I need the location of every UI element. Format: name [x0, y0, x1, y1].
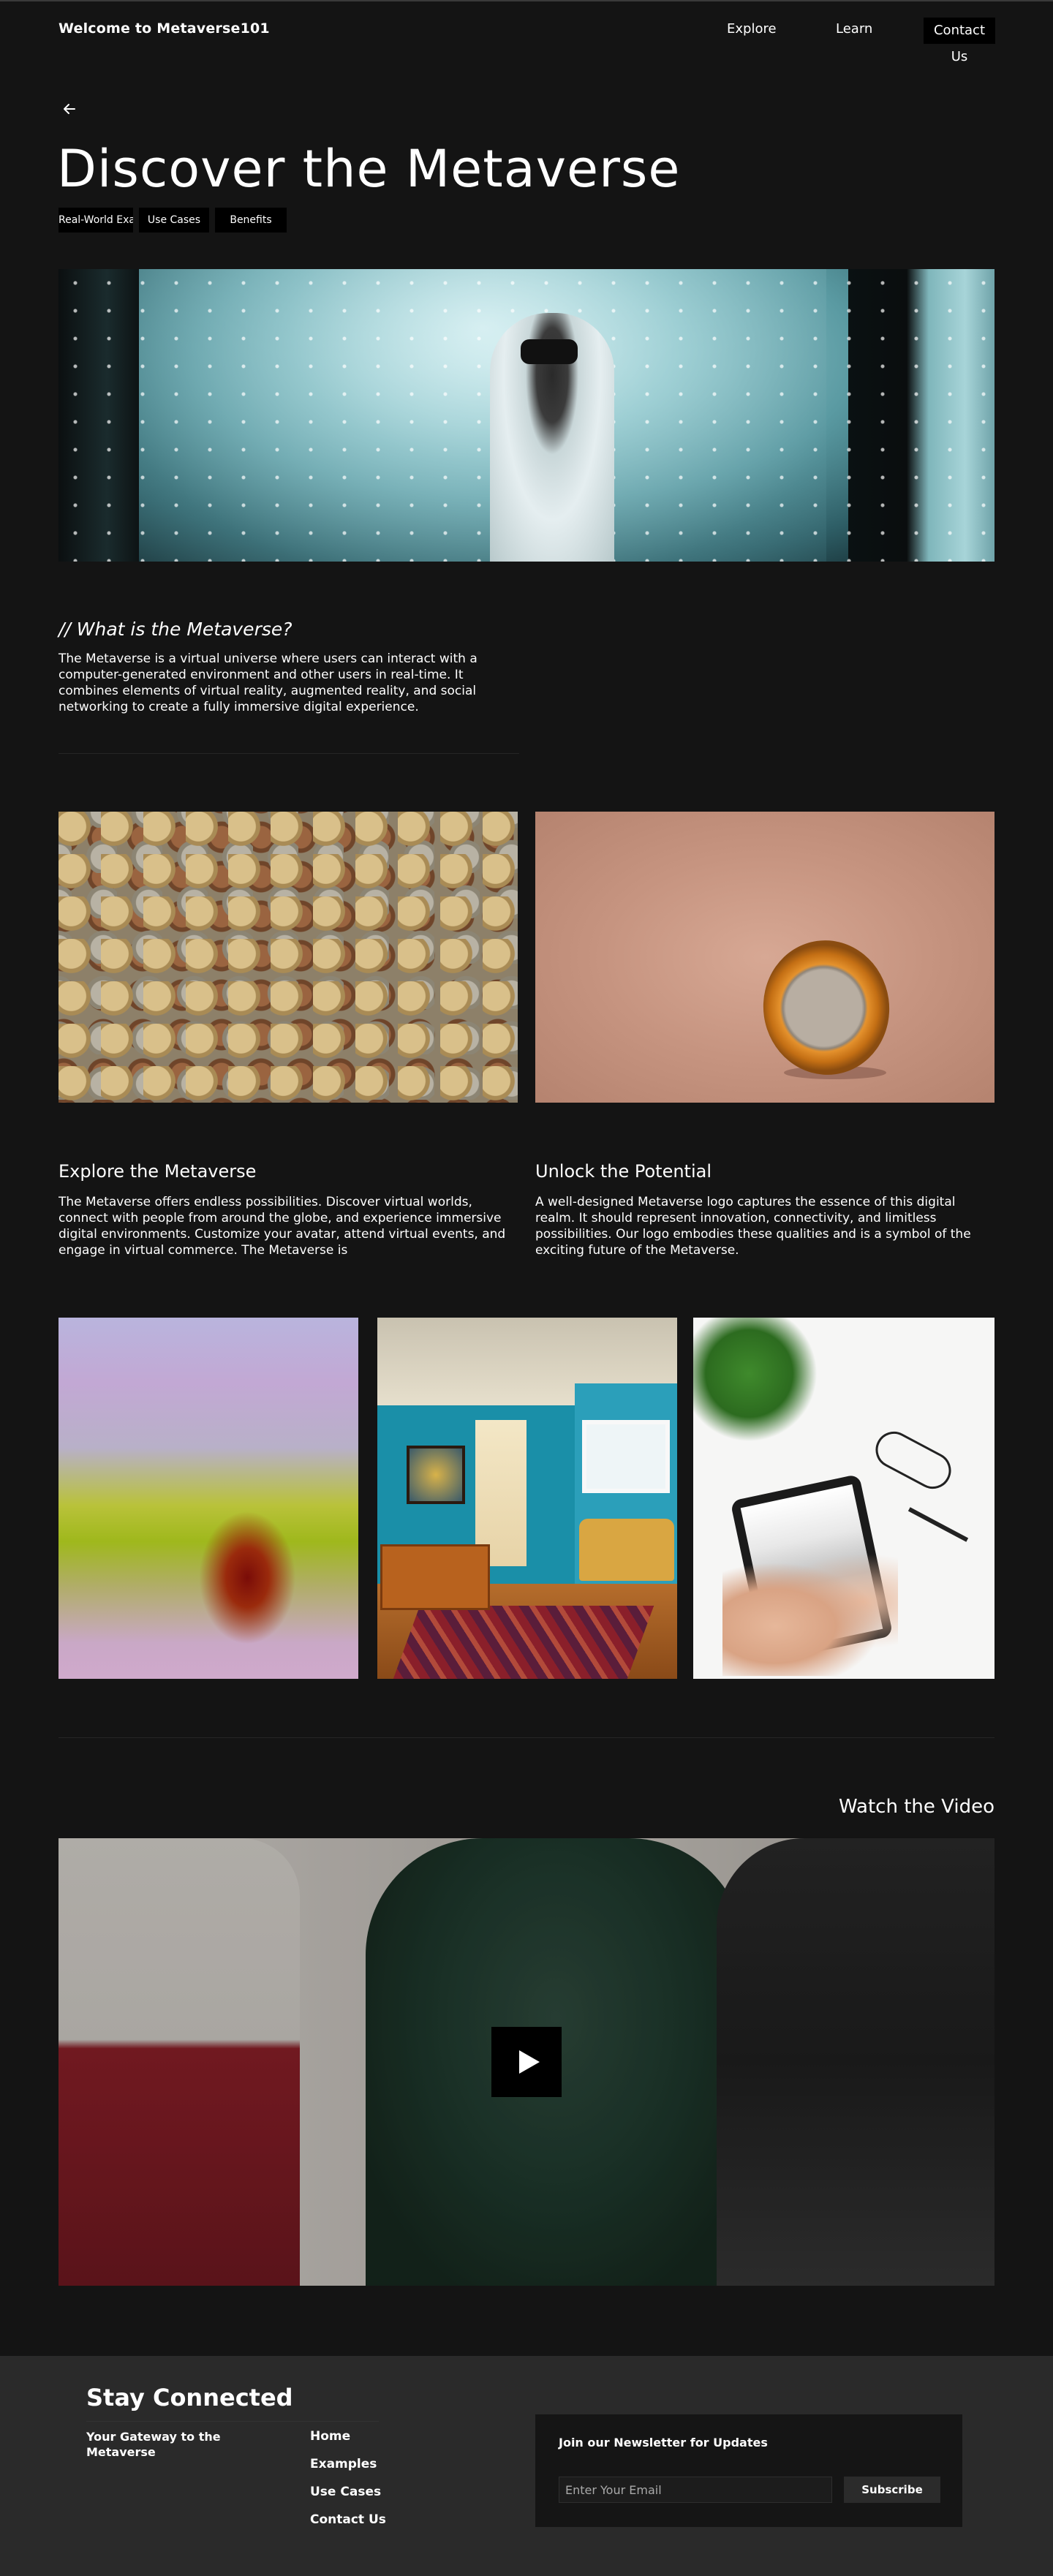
subscribe-button[interactable]: Subscribe [844, 2477, 940, 2503]
footer-link-home[interactable]: Home [310, 2429, 350, 2444]
footer-title: Stay Connected [86, 2384, 293, 2411]
divider [58, 753, 519, 754]
hero-image [58, 269, 994, 562]
tab-benefits[interactable]: Benefits [215, 208, 287, 233]
footer-divider [86, 2421, 379, 2422]
coins-image [58, 812, 518, 1103]
arrow-left-icon[interactable] [58, 98, 80, 120]
card-title-unlock: Unlock the Potential [535, 1161, 712, 1182]
tab-use-cases[interactable]: Use Cases [139, 208, 209, 233]
nav-learn[interactable]: Learn [836, 21, 872, 37]
top-border [0, 0, 1053, 1]
nav-contact-us[interactable]: Contact Us [924, 18, 995, 64]
tablet-image [693, 1318, 994, 1679]
footer-link-examples[interactable]: Examples [310, 2457, 377, 2471]
section-body: The Metaverse is a virtual universe wher… [58, 651, 478, 714]
play-button[interactable] [491, 2027, 562, 2097]
email-field[interactable] [559, 2477, 832, 2503]
card-title-explore: Explore the Metaverse [58, 1161, 257, 1182]
newsletter-panel [535, 2414, 962, 2527]
footer-link-use-cases[interactable]: Use Cases [310, 2485, 381, 2499]
footer-tagline: Your Gateway to the Metaverse [86, 2430, 221, 2459]
footer-link-contact-us[interactable]: Contact Us [310, 2512, 386, 2527]
living-room-image [377, 1318, 677, 1679]
abstract-blur-image [58, 1318, 358, 1679]
play-icon [519, 2050, 540, 2074]
newsletter-title: Join our Newsletter for Updates [559, 2436, 768, 2450]
card-body-unlock: A well-designed Metaverse logo captures … [535, 1195, 971, 1258]
page-title: Discover the Metaverse [57, 139, 681, 199]
nav-explore[interactable]: Explore [727, 21, 777, 37]
video-title: Watch the Video [839, 1796, 994, 1818]
divider [58, 1737, 994, 1738]
single-coin-image [535, 812, 994, 1103]
section-heading: // What is the Metaverse? [58, 619, 292, 640]
tab-real-world-examples[interactable]: Real-World Examples [58, 208, 133, 233]
brand-title[interactable]: Welcome to Metaverse101 [58, 20, 270, 37]
card-body-explore: The Metaverse offers endless possibiliti… [58, 1195, 506, 1258]
